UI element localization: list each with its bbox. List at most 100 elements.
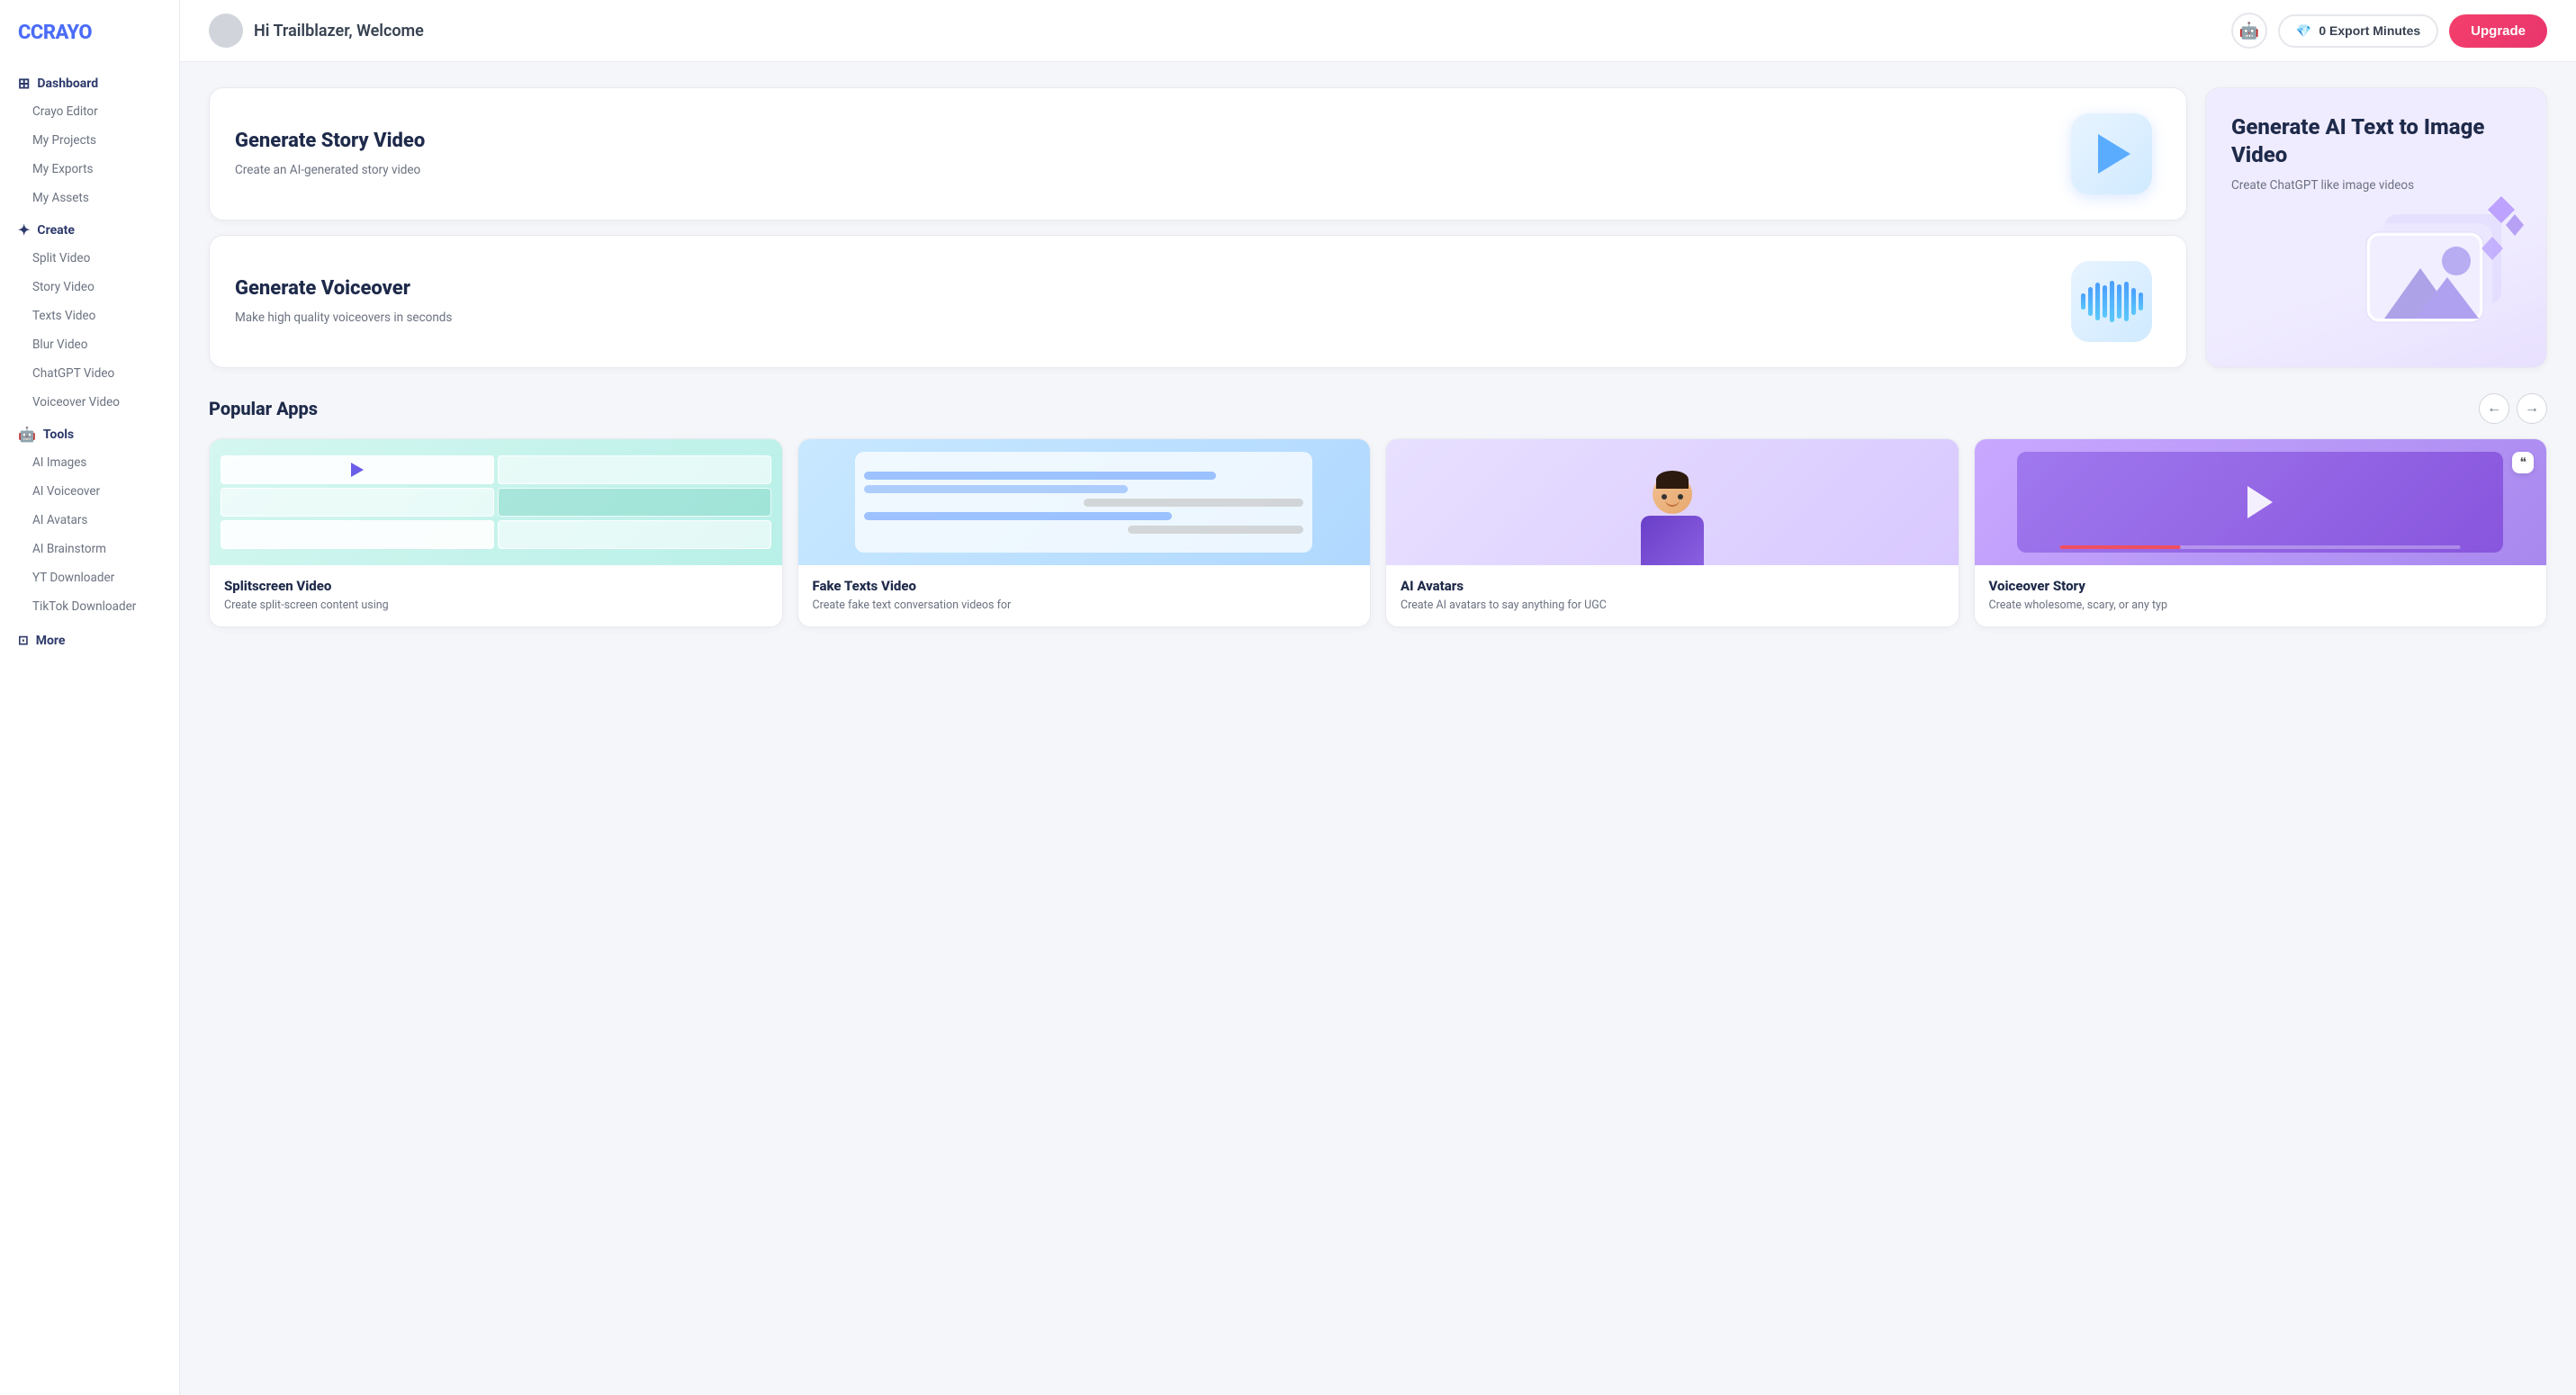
progress-bar-fill — [2060, 545, 2180, 549]
avatar-hair — [1656, 471, 1689, 489]
welcome-text: Hi Trailblazer, Welcome — [254, 22, 424, 40]
sidebar-section-create: ✦ Create — [0, 216, 179, 244]
popular-apps-header: Popular Apps ← → — [209, 393, 2547, 424]
sidebar-item-my-exports[interactable]: My Exports — [7, 156, 172, 183]
sidebar-item-blur-video[interactable]: Blur Video — [7, 331, 172, 358]
sidebar-item-crayo-editor[interactable]: Crayo Editor — [7, 98, 172, 125]
sidebar-section-more[interactable]: ⊡ More — [0, 628, 179, 653]
app-card-voiceover-story[interactable]: ❝ Voiceover Story Create wholesome, scar… — [1974, 438, 2548, 627]
ai-text-image-title: Generate AI Text to Image Video — [2231, 113, 2521, 169]
sidebar-item-my-projects[interactable]: My Projects — [7, 127, 172, 154]
export-minutes-label: 0 Export Minutes — [2319, 23, 2420, 38]
sidebar-item-ai-avatars[interactable]: AI Avatars — [7, 507, 172, 534]
export-minutes-button[interactable]: 💎 0 Export Minutes — [2278, 14, 2438, 48]
splitscreen-title: Splitscreen Video — [224, 578, 768, 594]
ai-assistant-icon: 🤖 — [2239, 22, 2259, 40]
nav-prev-button[interactable]: ← — [2479, 393, 2509, 424]
play-triangle-icon — [2098, 134, 2130, 174]
app-card-splitscreen[interactable]: Splitscreen Video Create split-screen co… — [209, 438, 783, 627]
app-card-fake-texts[interactable]: Fake Texts Video Create fake text conver… — [797, 438, 1372, 627]
wave-bars-icon — [2081, 279, 2143, 324]
ai-image-svg — [2357, 187, 2537, 349]
splitscreen-illustration — [210, 439, 782, 565]
main-content: Hi Trailblazer, Welcome 🤖 💎 0 Export Min… — [180, 0, 2576, 1395]
voiceover-story-card-body: Voiceover Story Create wholesome, scary,… — [1975, 565, 2547, 626]
text-bubble-2 — [864, 485, 1128, 493]
content-area: Generate Story Video Create an AI-genera… — [180, 62, 2576, 1395]
story-video-icon-area — [2062, 113, 2161, 194]
arrow-right-icon: → — [2525, 400, 2539, 417]
voiceover-quote-bubble: ❝ — [2512, 452, 2534, 473]
arrow-left-icon: ← — [2487, 400, 2501, 417]
sidebar: CCRAYO ⊞ Dashboard Crayo Editor My Proje… — [0, 0, 180, 1395]
sidebar-item-story-video[interactable]: Story Video — [7, 274, 172, 301]
splitscreen-card-body: Splitscreen Video Create split-screen co… — [210, 565, 782, 626]
voiceover-desc: Make high quality voiceovers in seconds — [235, 309, 2048, 327]
voiceover-icon-area — [2062, 261, 2161, 342]
progress-bar-track — [2060, 545, 2461, 549]
sidebar-item-texts-video[interactable]: Texts Video — [7, 302, 172, 329]
generate-story-video-card[interactable]: Generate Story Video Create an AI-genera… — [209, 87, 2187, 220]
tools-icon: 🤖 — [18, 426, 36, 443]
voiceover-story-bg — [2017, 452, 2503, 553]
avatar-illustration — [1386, 439, 1959, 565]
upgrade-button[interactable]: Upgrade — [2449, 14, 2547, 48]
dashboard-icon: ⊞ — [18, 75, 30, 92]
story-video-text: Generate Story Video Create an AI-genera… — [235, 129, 2048, 180]
voiceover-story-desc: Create wholesome, scary, or any typ — [1989, 598, 2533, 614]
sidebar-item-ai-brainstorm[interactable]: AI Brainstorm — [7, 536, 172, 562]
ai-assistant-button[interactable]: 🤖 — [2231, 13, 2267, 49]
sidebar-item-ai-images[interactable]: AI Images — [7, 449, 172, 476]
app-cards-grid: Splitscreen Video Create split-screen co… — [209, 438, 2547, 627]
splitscreen-play-icon — [351, 463, 364, 477]
header-right: 🤖 💎 0 Export Minutes Upgrade — [2231, 13, 2547, 49]
play-icon-wrap — [2071, 113, 2152, 194]
avatar — [209, 14, 243, 48]
text-bubble-1 — [864, 472, 1216, 480]
logo[interactable]: CCRAYO — [0, 14, 179, 66]
fake-texts-card-body: Fake Texts Video Create fake text conver… — [798, 565, 1371, 626]
avatar-head — [1653, 474, 1692, 514]
sidebar-item-split-video[interactable]: Split Video — [7, 245, 172, 272]
sidebar-item-ai-voiceover[interactable]: AI Voiceover — [7, 478, 172, 505]
nav-next-button[interactable]: → — [2517, 393, 2547, 424]
story-video-title: Generate Story Video — [235, 129, 2048, 155]
voiceover-story-title: Voiceover Story — [1989, 578, 2533, 594]
ai-text-image-card[interactable]: Generate AI Text to Image Video Create C… — [2205, 87, 2547, 368]
voiceover-icon-wrap — [2071, 261, 2152, 342]
sidebar-section-tools: 🤖 Tools — [0, 420, 179, 448]
voiceover-story-play-icon — [2247, 486, 2273, 518]
ai-avatars-card-image — [1386, 439, 1959, 565]
voiceover-story-illustration: ❝ — [1975, 439, 2547, 565]
sidebar-item-voiceover-video[interactable]: Voiceover Video — [7, 389, 172, 416]
header: Hi Trailblazer, Welcome 🤖 💎 0 Export Min… — [180, 0, 2576, 62]
fake-texts-card-image — [798, 439, 1371, 565]
text-bubble-4 — [864, 512, 1172, 520]
sidebar-section-dashboard: ⊞ Dashboard — [0, 69, 179, 97]
ai-avatars-desc: Create AI avatars to say anything for UG… — [1401, 598, 1944, 614]
create-icon: ✦ — [18, 221, 30, 238]
avatar-figure — [1641, 474, 1704, 565]
ai-avatars-card-body: AI Avatars Create AI avatars to say anyt… — [1386, 565, 1959, 626]
text-bubble-3 — [1084, 499, 1303, 507]
diamond-icon: 💎 — [2296, 23, 2311, 39]
sidebar-item-chatgpt-video[interactable]: ChatGPT Video — [7, 360, 172, 387]
ai-avatars-title: AI Avatars — [1401, 578, 1944, 594]
app-card-ai-avatars[interactable]: AI Avatars Create AI avatars to say anyt… — [1385, 438, 1959, 627]
voiceover-story-card-image: ❝ — [1975, 439, 2547, 565]
fake-texts-title: Fake Texts Video — [813, 578, 1356, 594]
header-left: Hi Trailblazer, Welcome — [209, 14, 424, 48]
sidebar-item-tiktok-downloader[interactable]: TikTok Downloader — [7, 593, 172, 620]
ai-text-image-hero[interactable]: Generate AI Text to Image Video Create C… — [2205, 87, 2547, 368]
voiceover-text: Generate Voiceover Make high quality voi… — [235, 276, 2048, 328]
popular-apps-section: Popular Apps ← → — [209, 393, 2547, 627]
generate-voiceover-card[interactable]: Generate Voiceover Make high quality voi… — [209, 235, 2187, 368]
story-video-desc: Create an AI-generated story video — [235, 161, 2048, 179]
splitscreen-card-image — [210, 439, 782, 565]
top-section: Generate Story Video Create an AI-genera… — [209, 87, 2547, 368]
sidebar-item-yt-downloader[interactable]: YT Downloader — [7, 564, 172, 591]
logo-text: CCRAYO — [18, 22, 92, 44]
sidebar-item-my-assets[interactable]: My Assets — [7, 184, 172, 212]
fake-texts-desc: Create fake text conversation videos for — [813, 598, 1356, 614]
avatar-body — [1641, 516, 1704, 565]
